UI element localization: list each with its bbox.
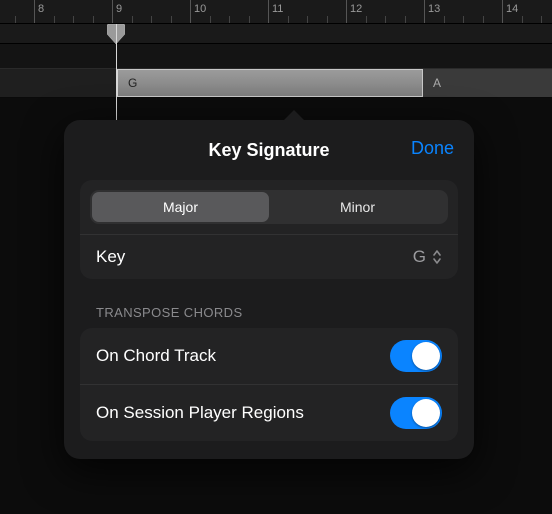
- segment-minor[interactable]: Minor: [269, 192, 446, 222]
- key-value-text: G: [413, 247, 426, 267]
- timeline-ruler[interactable]: 8 9 10 11 12 13 14: [0, 0, 552, 24]
- ruler-tick-major: [424, 0, 425, 23]
- ruler-tick-minor: [541, 16, 542, 23]
- region-a[interactable]: A: [423, 69, 552, 97]
- ruler-label: 13: [428, 3, 440, 15]
- chord-track-toggle[interactable]: [390, 340, 442, 372]
- transpose-group: On Chord Track On Session Player Regions: [80, 328, 458, 441]
- track-gap: [0, 44, 552, 68]
- key-row[interactable]: Key G: [80, 234, 458, 279]
- marker-lane: [0, 24, 552, 44]
- ruler-label: 12: [350, 3, 362, 15]
- chord-track-row: On Chord Track: [80, 328, 458, 384]
- ruler-tick-minor: [73, 16, 74, 23]
- mode-segmented-control[interactable]: Major Minor: [90, 190, 448, 224]
- ruler-tick-minor: [151, 16, 152, 23]
- transpose-section-title: TRANSPOSE CHORDS: [96, 305, 442, 320]
- ruler-label: 11: [272, 3, 283, 15]
- ruler-label: 10: [194, 3, 206, 15]
- session-player-label: On Session Player Regions: [96, 403, 304, 423]
- ruler-tick-minor: [288, 16, 289, 23]
- region-g[interactable]: G: [116, 69, 423, 97]
- ruler-tick-major: [502, 0, 503, 23]
- ruler-label: 14: [506, 3, 518, 15]
- key-value: G: [413, 247, 442, 267]
- ruler-tick-minor: [249, 16, 250, 23]
- key-label: Key: [96, 247, 125, 267]
- region-g-label: G: [128, 76, 137, 90]
- ruler-tick-minor: [93, 16, 94, 23]
- session-player-row: On Session Player Regions: [80, 384, 458, 441]
- ruler-tick-major: [346, 0, 347, 23]
- chevron-up-down-icon: [432, 249, 442, 265]
- ruler-tick-major: [34, 0, 35, 23]
- ruler-tick-major: [112, 0, 113, 23]
- ruler-tick-minor: [307, 16, 308, 23]
- done-button[interactable]: Done: [411, 138, 454, 159]
- ruler-tick-minor: [54, 16, 55, 23]
- playhead-line: [116, 24, 117, 134]
- popover-header: Key Signature Done: [80, 134, 458, 166]
- segment-major[interactable]: Major: [92, 192, 269, 222]
- ruler-tick-minor: [522, 16, 523, 23]
- key-group: Major Minor Key G: [80, 180, 458, 279]
- ruler-tick-minor: [229, 16, 230, 23]
- ruler-tick-minor: [444, 16, 445, 23]
- region-a-label: A: [433, 76, 441, 90]
- key-signature-popover: Key Signature Done Major Minor Key G TRA…: [64, 120, 474, 459]
- ruler-tick-minor: [385, 16, 386, 23]
- ruler-tick-minor: [210, 16, 211, 23]
- popover-title: Key Signature: [208, 140, 329, 161]
- ruler-tick-minor: [327, 16, 328, 23]
- ruler-tick-major: [190, 0, 191, 23]
- ruler-label: 8: [38, 3, 44, 15]
- ruler-tick-minor: [366, 16, 367, 23]
- ruler-tick-minor: [132, 16, 133, 23]
- ruler-tick-major: [268, 0, 269, 23]
- ruler-tick-minor: [171, 16, 172, 23]
- ruler-tick-minor: [405, 16, 406, 23]
- chord-track-label: On Chord Track: [96, 346, 216, 366]
- ruler-label: 9: [116, 3, 122, 15]
- ruler-tick-minor: [463, 16, 464, 23]
- chord-region-lane: G A: [0, 68, 552, 98]
- ruler-tick-minor: [483, 16, 484, 23]
- session-player-toggle[interactable]: [390, 397, 442, 429]
